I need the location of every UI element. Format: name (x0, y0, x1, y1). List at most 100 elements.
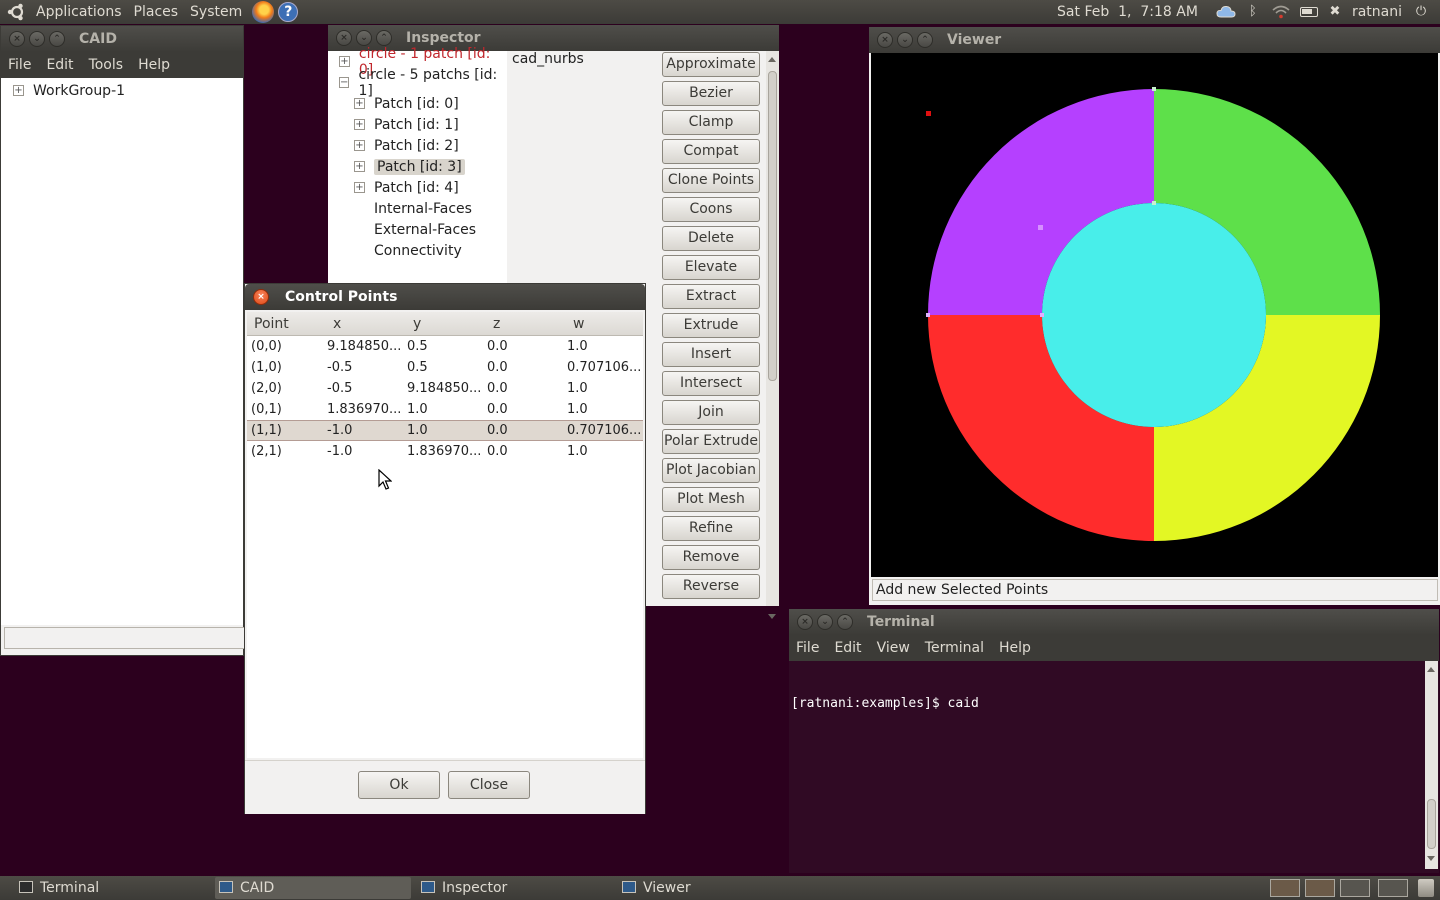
control-point-marker[interactable] (926, 313, 930, 317)
coons-button[interactable]: Coons (662, 197, 760, 222)
minimize-button[interactable]: ⌄ (29, 31, 45, 47)
control-point-marker[interactable] (1040, 313, 1044, 317)
compat-button[interactable]: Compat (662, 139, 760, 164)
delete-button[interactable]: Delete (662, 226, 760, 251)
scroll-up-icon[interactable] (768, 57, 776, 62)
inspector-tree-item[interactable]: + Patch [id: 4] (328, 177, 507, 198)
clone-points-button[interactable]: Clone Points (662, 168, 760, 193)
join-button[interactable]: Join (662, 400, 760, 425)
user-name[interactable]: ratnani (1352, 4, 1402, 20)
viewer-titlebar[interactable]: × ⌄ ⌃ Viewer (869, 27, 1440, 53)
battery-icon[interactable] (1299, 7, 1318, 17)
inspector-tree-item[interactable]: + Patch [id: 1] (328, 114, 507, 135)
viewer-status-field[interactable]: Add new Selected Points (872, 579, 1438, 601)
plot-jacobian-button[interactable]: Plot Jacobian (662, 458, 760, 483)
dialog-titlebar[interactable]: × Control Points (245, 284, 645, 310)
workspace-3-icon[interactable] (1340, 879, 1370, 897)
expand-icon[interactable]: + (13, 85, 24, 96)
close-button[interactable]: × (797, 614, 813, 630)
tree-item-workgroup[interactable]: + WorkGroup-1 (1, 80, 243, 101)
trash-icon[interactable] (1418, 879, 1434, 897)
menu-help[interactable]: Help (131, 57, 178, 73)
inspector-tree-item[interactable]: − circle - 5 patchs [id: 1] (328, 67, 507, 99)
viewer-canvas[interactable] (871, 53, 1438, 577)
clamp-button[interactable]: Clamp (662, 110, 760, 135)
expand-icon[interactable]: + (354, 140, 365, 151)
table-row[interactable]: (1,0) -0.5 0.5 0.0 0.707106... (247, 357, 643, 378)
workspace-4-icon[interactable] (1378, 879, 1408, 897)
menu-edit[interactable]: Edit (827, 640, 869, 656)
minimize-button[interactable]: ⌄ (817, 614, 833, 630)
scroll-thumb[interactable] (1427, 799, 1436, 849)
extract-button[interactable]: Extract (662, 284, 760, 309)
inspector-tree-item[interactable]: Internal-Faces (328, 198, 507, 219)
firefox-icon[interactable] (252, 1, 275, 23)
scroll-up-icon[interactable] (1427, 667, 1435, 672)
caid-titlebar[interactable]: × ⌄ ⌃ CAID (1, 26, 243, 52)
column-header-x[interactable]: x (327, 312, 407, 335)
inspector-tree-item[interactable]: Connectivity (328, 240, 507, 261)
terminal-output[interactable]: [ratnani:examples]$ caid (789, 661, 1425, 869)
taskbar-item-viewer[interactable]: Viewer (618, 877, 814, 899)
table-row[interactable]: (2,1) -1.0 1.836970... 0.0 1.0 (247, 441, 643, 462)
column-header-z[interactable]: z (487, 312, 567, 335)
workgroup-tree[interactable]: + WorkGroup-1 (1, 78, 243, 625)
control-point-marker[interactable] (1152, 87, 1156, 91)
extrude-button[interactable]: Extrude (662, 313, 760, 338)
insert-button[interactable]: Insert (662, 342, 760, 367)
close-button[interactable]: × (253, 289, 269, 305)
maximize-button[interactable]: ⌃ (837, 614, 853, 630)
selected-point-marker[interactable] (926, 111, 931, 116)
refine-button[interactable]: Refine (662, 516, 760, 541)
scroll-thumb[interactable] (768, 71, 777, 381)
table-row[interactable]: (0,1) 1.836970... 1.0 0.0 1.0 (247, 399, 643, 420)
bezier-button[interactable]: Bezier (662, 81, 760, 106)
scroll-down-icon[interactable] (1427, 856, 1435, 861)
wifi-icon[interactable] (1272, 5, 1290, 19)
ok-button[interactable]: Ok (358, 771, 440, 799)
expand-icon[interactable]: + (339, 56, 350, 67)
close-dialog-button[interactable]: Close (448, 771, 530, 799)
maximize-button[interactable]: ⌃ (49, 31, 65, 47)
elevate-button[interactable]: Elevate (662, 255, 760, 280)
menu-help[interactable]: Help (992, 640, 1039, 656)
close-button[interactable]: × (336, 30, 352, 46)
scroll-down-icon[interactable] (768, 614, 776, 619)
expand-icon[interactable]: + (354, 119, 365, 130)
cloud-icon[interactable] (1216, 5, 1236, 19)
workspace-1-icon[interactable] (1270, 879, 1300, 897)
inspector-tree-item[interactable]: External-Faces (328, 219, 507, 240)
inspector-scrollbar[interactable] (766, 51, 779, 619)
menu-tools[interactable]: Tools (82, 57, 132, 73)
menu-applications[interactable]: Applications (30, 4, 128, 20)
menu-system[interactable]: System (184, 4, 248, 20)
column-header-w[interactable]: w (567, 312, 643, 335)
table-row[interactable]: (0,0) 9.184850... 0.5 0.0 1.0 (247, 336, 643, 357)
table-row[interactable]: (1,1) -1.0 1.0 0.0 0.707106... (247, 420, 643, 441)
help-icon[interactable]: ? (278, 2, 299, 22)
patch-inner-disc[interactable] (1042, 203, 1266, 427)
reverse-button[interactable]: Reverse (662, 574, 760, 599)
power-icon[interactable]: ⏻ (1412, 5, 1430, 19)
workspace-2-icon[interactable] (1305, 879, 1335, 897)
taskbar-item-terminal[interactable]: Terminal (15, 877, 211, 899)
menu-file[interactable]: File (789, 640, 827, 656)
close-button[interactable]: × (9, 31, 25, 47)
taskbar-item-inspector[interactable]: Inspector (417, 877, 613, 899)
terminal-titlebar[interactable]: × ⌄ ⌃ Terminal (789, 609, 1439, 635)
remove-button[interactable]: Remove (662, 545, 760, 570)
menu-file[interactable]: File (1, 57, 39, 73)
minimize-button[interactable]: ⌄ (897, 32, 913, 48)
minimize-button[interactable]: ⌄ (356, 30, 372, 46)
menu-places[interactable]: Places (128, 4, 185, 20)
collapse-icon[interactable]: − (339, 77, 350, 88)
expand-icon[interactable]: + (354, 161, 365, 172)
approximate-button[interactable]: Approximate (662, 52, 760, 77)
maximize-button[interactable]: ⌃ (376, 30, 392, 46)
expand-icon[interactable]: + (354, 98, 365, 109)
menu-edit[interactable]: Edit (39, 57, 81, 73)
ubuntu-logo-icon[interactable] (6, 1, 28, 23)
table-row[interactable]: (2,0) -0.5 9.184850... 0.0 1.0 (247, 378, 643, 399)
clock[interactable]: Sat Feb 1, 7:18 AM (1057, 4, 1198, 20)
control-point-marker[interactable] (1038, 225, 1043, 230)
